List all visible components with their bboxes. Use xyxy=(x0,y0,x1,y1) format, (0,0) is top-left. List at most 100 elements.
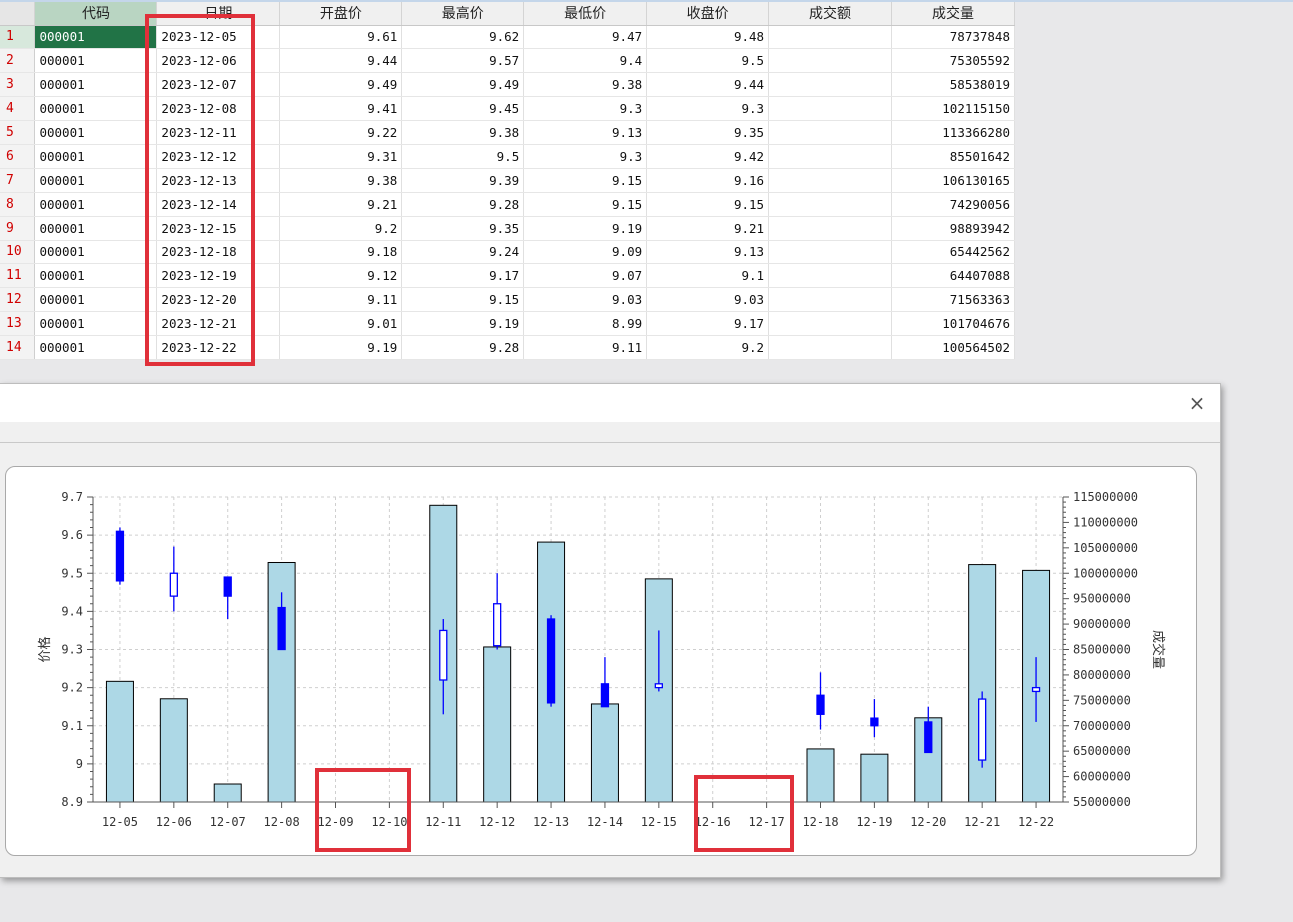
open-cell[interactable]: 9.22 xyxy=(279,120,403,145)
amount-cell[interactable] xyxy=(768,120,892,145)
amount-cell[interactable] xyxy=(768,240,892,265)
code-cell[interactable]: 000001 xyxy=(34,48,158,74)
high-cell[interactable]: 9.28 xyxy=(401,335,525,360)
row-number[interactable]: 3 xyxy=(0,72,36,98)
high-cell[interactable]: 9.5 xyxy=(401,144,525,169)
close-cell[interactable]: 9.48 xyxy=(646,25,770,50)
close-cell[interactable]: 9.13 xyxy=(646,240,770,265)
amount-cell[interactable] xyxy=(768,287,892,313)
amount-cell[interactable] xyxy=(768,25,892,50)
amount-cell[interactable] xyxy=(768,335,892,360)
open-cell[interactable]: 9.18 xyxy=(279,240,403,265)
code-cell[interactable]: 000001 xyxy=(34,168,158,193)
volume-cell[interactable]: 78737848 xyxy=(891,25,1016,50)
low-cell[interactable]: 9.47 xyxy=(523,25,648,50)
low-cell[interactable]: 9.15 xyxy=(523,192,648,217)
amount-cell[interactable] xyxy=(768,216,892,241)
high-cell[interactable]: 9.38 xyxy=(401,120,525,145)
high-cell[interactable]: 9.15 xyxy=(401,287,525,313)
volume-cell[interactable]: 100564502 xyxy=(891,335,1016,360)
close-cell[interactable]: 9.1 xyxy=(646,263,770,289)
code-cell[interactable]: 000001 xyxy=(34,240,158,265)
high-cell[interactable]: 9.17 xyxy=(401,263,525,289)
amount-cell[interactable] xyxy=(768,168,892,193)
row-number[interactable]: 12 xyxy=(0,287,36,313)
high-cell[interactable]: 9.57 xyxy=(401,48,525,74)
high-cell[interactable]: 9.24 xyxy=(401,240,525,265)
high-cell[interactable]: 9.19 xyxy=(401,311,525,337)
low-cell[interactable]: 9.15 xyxy=(523,168,648,193)
close-cell[interactable]: 9.42 xyxy=(646,144,770,169)
high-cell[interactable]: 9.45 xyxy=(401,96,525,122)
close-cell[interactable]: 9.5 xyxy=(646,48,770,74)
high-cell[interactable]: 9.39 xyxy=(401,168,525,193)
open-cell[interactable]: 9.49 xyxy=(279,72,403,98)
close-cell[interactable]: 9.44 xyxy=(646,72,770,98)
low-cell[interactable]: 9.19 xyxy=(523,216,648,241)
open-cell[interactable]: 9.61 xyxy=(279,25,403,50)
row-number[interactable]: 11 xyxy=(0,263,36,289)
low-cell[interactable]: 9.38 xyxy=(523,72,648,98)
code-cell[interactable]: 000001 xyxy=(34,72,158,98)
close-cell[interactable]: 9.16 xyxy=(646,168,770,193)
open-cell[interactable]: 9.44 xyxy=(279,48,403,74)
high-cell[interactable]: 9.35 xyxy=(401,216,525,241)
row-number[interactable]: 10 xyxy=(0,240,36,265)
close-cell[interactable]: 9.21 xyxy=(646,216,770,241)
low-cell[interactable]: 9.3 xyxy=(523,96,648,122)
open-cell[interactable]: 9.19 xyxy=(279,335,403,360)
volume-cell[interactable]: 102115150 xyxy=(891,96,1016,122)
code-cell[interactable]: 000001 xyxy=(34,335,158,360)
code-cell[interactable]: 000001 xyxy=(34,287,158,313)
code-cell[interactable]: 000001 xyxy=(34,263,158,289)
close-cell[interactable]: 9.35 xyxy=(646,120,770,145)
high-cell[interactable]: 9.28 xyxy=(401,192,525,217)
code-cell[interactable]: 000001 xyxy=(34,216,158,241)
close-cell[interactable]: 9.3 xyxy=(646,96,770,122)
close-cell[interactable]: 9.17 xyxy=(646,311,770,337)
volume-cell[interactable]: 58538019 xyxy=(891,72,1016,98)
column-header-high[interactable]: 最高价 xyxy=(401,2,525,26)
column-header-close[interactable]: 收盘价 xyxy=(646,2,770,26)
volume-cell[interactable]: 74290056 xyxy=(891,192,1016,217)
code-cell[interactable]: 000001 xyxy=(34,311,158,337)
close-cell[interactable]: 9.15 xyxy=(646,192,770,217)
row-number[interactable]: 9 xyxy=(0,216,36,241)
high-cell[interactable]: 9.49 xyxy=(401,72,525,98)
column-header-open[interactable]: 开盘价 xyxy=(279,2,403,26)
row-number[interactable]: 13 xyxy=(0,311,36,337)
amount-cell[interactable] xyxy=(768,311,892,337)
amount-cell[interactable] xyxy=(768,144,892,169)
volume-cell[interactable]: 71563363 xyxy=(891,287,1016,313)
amount-cell[interactable] xyxy=(768,48,892,74)
volume-cell[interactable]: 65442562 xyxy=(891,240,1016,265)
volume-cell[interactable]: 75305592 xyxy=(891,48,1016,74)
low-cell[interactable]: 9.03 xyxy=(523,287,648,313)
column-header-code[interactable]: 代码 xyxy=(34,2,158,26)
code-cell[interactable]: 000001 xyxy=(34,144,158,169)
low-cell[interactable]: 8.99 xyxy=(523,311,648,337)
row-number[interactable]: 2 xyxy=(0,48,36,74)
open-cell[interactable]: 9.11 xyxy=(279,287,403,313)
close-cell[interactable]: 9.2 xyxy=(646,335,770,360)
amount-cell[interactable] xyxy=(768,96,892,122)
open-cell[interactable]: 9.01 xyxy=(279,311,403,337)
volume-cell[interactable]: 85501642 xyxy=(891,144,1016,169)
row-number[interactable]: 8 xyxy=(0,192,36,217)
open-cell[interactable]: 9.2 xyxy=(279,216,403,241)
open-cell[interactable]: 9.31 xyxy=(279,144,403,169)
corner-cell[interactable] xyxy=(0,2,36,26)
column-header-amount[interactable]: 成交额 xyxy=(768,2,892,26)
column-header-volume[interactable]: 成交量 xyxy=(891,2,1016,26)
amount-cell[interactable] xyxy=(768,263,892,289)
code-cell[interactable]: 000001 xyxy=(34,96,158,122)
volume-cell[interactable]: 106130165 xyxy=(891,168,1016,193)
code-cell[interactable]: 000001 xyxy=(34,120,158,145)
row-number[interactable]: 4 xyxy=(0,96,36,122)
row-number[interactable]: 6 xyxy=(0,144,36,169)
low-cell[interactable]: 9.07 xyxy=(523,263,648,289)
high-cell[interactable]: 9.62 xyxy=(401,25,525,50)
volume-cell[interactable]: 113366280 xyxy=(891,120,1016,145)
code-cell[interactable]: 000001 xyxy=(34,25,158,50)
open-cell[interactable]: 9.21 xyxy=(279,192,403,217)
